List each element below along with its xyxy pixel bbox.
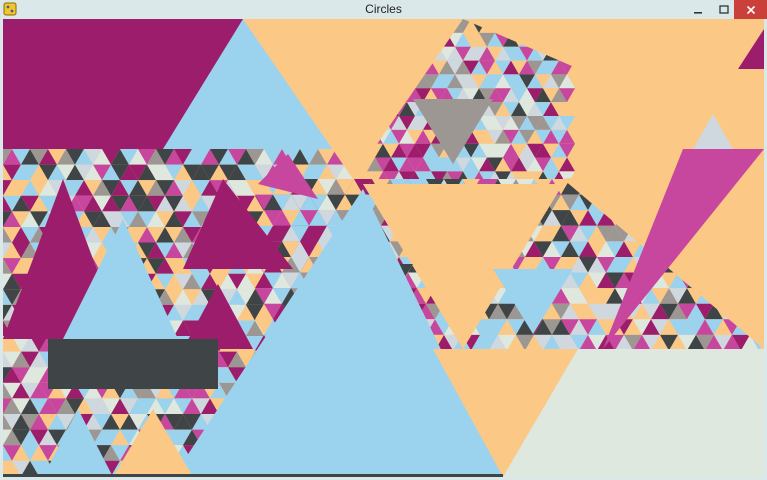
charcoal-band [48,339,218,389]
maximize-icon [719,4,729,14]
sky-region [273,349,434,477]
minimize-icon [694,11,702,14]
fractal-canvas [3,19,764,477]
title-bar[interactable]: Circles [0,0,767,19]
window-frame-left [0,19,3,480]
minimize-button[interactable] [684,0,712,19]
close-icon [746,5,755,14]
window-title: Circles [365,2,402,16]
close-button[interactable] [734,0,767,19]
mint-region [578,349,764,477]
app-window: Circles [0,0,767,480]
